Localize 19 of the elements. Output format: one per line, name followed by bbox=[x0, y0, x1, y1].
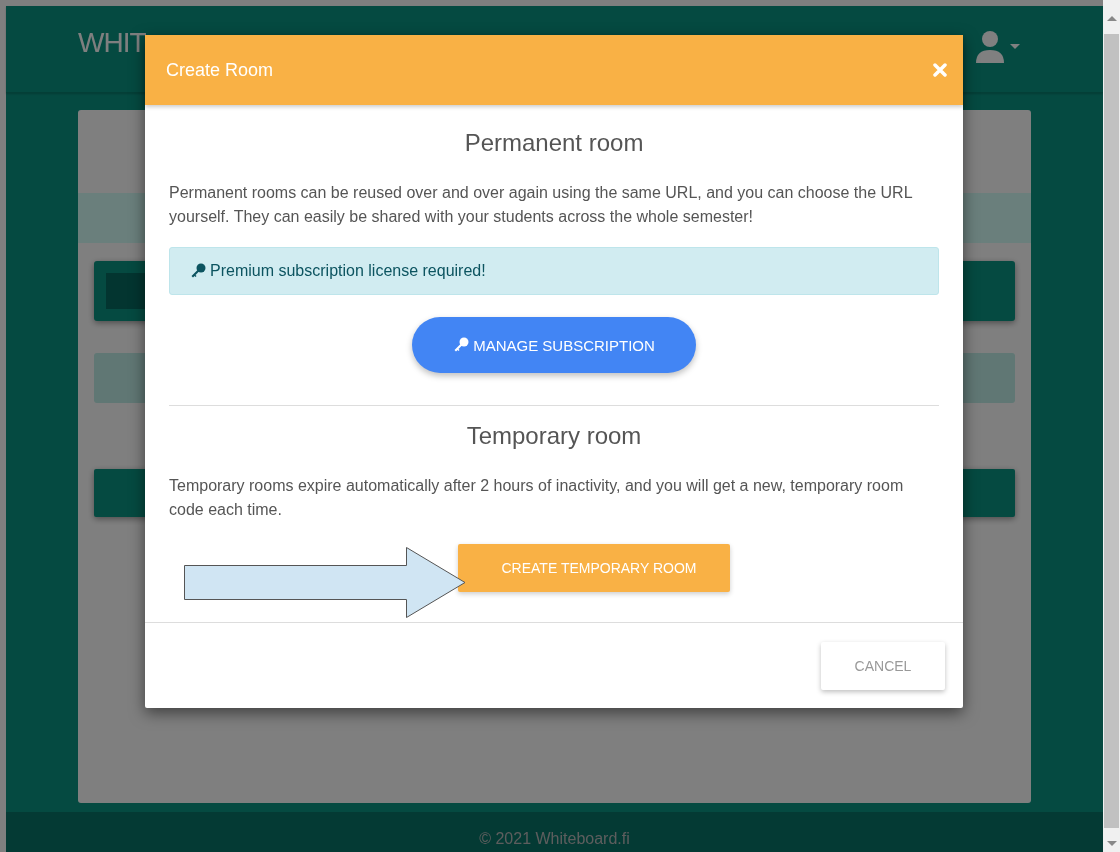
manage-subscription-button[interactable]: MANAGE SUBSCRIPTION bbox=[412, 317, 696, 373]
caret-icon[interactable] bbox=[1010, 44, 1020, 50]
alert-text: Premium subscription license required! bbox=[210, 262, 486, 280]
dialog-title: Create Room bbox=[166, 59, 274, 81]
cancel-button[interactable]: CANCEL bbox=[821, 642, 945, 690]
close-icon bbox=[933, 63, 947, 77]
scroll-up-icon[interactable] bbox=[1105, 14, 1118, 22]
scrollbar[interactable] bbox=[1103, 0, 1120, 852]
scroll-down-icon[interactable] bbox=[1105, 840, 1118, 848]
section-heading: Permanent room bbox=[463, 129, 645, 157]
create-room-button[interactable]: CREATE TEMPORARY ROOM bbox=[458, 544, 730, 592]
section-description: Permanent rooms can be reused over and over again using the same URL, and you can choose the URL yourself. They can easily be shared with your students across the whole semester! bbox=[169, 183, 913, 227]
section-heading: Temporary room bbox=[465, 422, 643, 450]
user-icon[interactable] bbox=[974, 30, 1006, 64]
copyright-text: © 2021 Whiteboard.fi bbox=[479, 830, 630, 849]
key-icon bbox=[453, 337, 470, 353]
close-button[interactable] bbox=[933, 63, 947, 77]
section-description: Temporary rooms expire automatically after 2 hours of inactivity, and you will get a new, temporary room code each time. bbox=[169, 476, 905, 520]
key-icon bbox=[190, 263, 206, 279]
